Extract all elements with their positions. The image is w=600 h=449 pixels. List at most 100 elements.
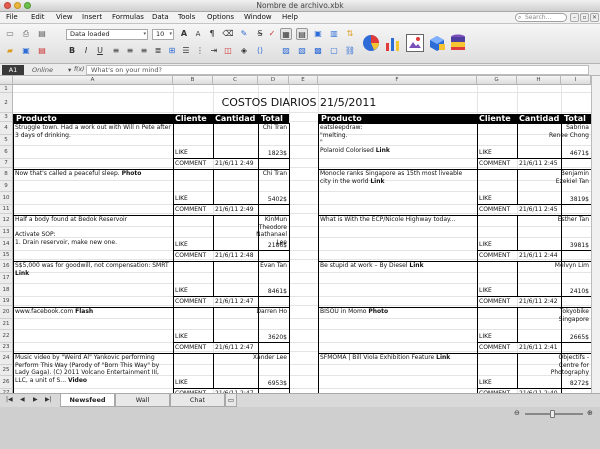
- like-button[interactable]: LIKE: [479, 195, 492, 203]
- numbered-list-icon[interactable]: ⋮: [194, 45, 206, 57]
- comment-button[interactable]: COMMENT: [479, 252, 510, 260]
- menu-edit[interactable]: Edit: [31, 13, 45, 21]
- list-icon[interactable]: ☰: [180, 45, 192, 57]
- justify-icon[interactable]: ≣: [152, 45, 164, 57]
- row-header[interactable]: 13: [0, 227, 13, 238]
- clear-format-icon[interactable]: ⌫: [222, 28, 234, 40]
- row-header[interactable]: 22: [0, 330, 13, 343]
- client-name[interactable]: Chi Tran: [214, 124, 287, 132]
- like-button[interactable]: LIKE: [175, 195, 188, 203]
- align-left-icon[interactable]: ≡: [110, 45, 122, 57]
- total-value[interactable]: 8272$: [562, 380, 589, 388]
- comment-button[interactable]: COMMENT: [175, 344, 206, 352]
- like-button[interactable]: LIKE: [175, 379, 188, 387]
- client-name[interactable]: Benjamin Ezekiel Tan: [518, 170, 589, 185]
- merge-cells-icon[interactable]: ⊞: [166, 45, 178, 57]
- menu-formulas[interactable]: Formulas: [112, 13, 144, 21]
- like-button[interactable]: LIKE: [479, 287, 492, 295]
- status-input[interactable]: What's on your mind?: [86, 65, 589, 75]
- insert-image-icon[interactable]: ▨: [280, 45, 292, 57]
- client-name[interactable]: Sabrina Renee Chong: [518, 124, 589, 139]
- row-header[interactable]: 7: [0, 159, 13, 168]
- strikethrough-icon[interactable]: S̶: [254, 28, 266, 40]
- like-button[interactable]: LIKE: [479, 379, 492, 387]
- grid-icon[interactable]: ▤: [296, 28, 308, 40]
- menu-window[interactable]: Window: [244, 13, 272, 21]
- code-icon[interactable]: ⟨⟩: [254, 45, 266, 57]
- row-header[interactable]: 11: [0, 205, 13, 214]
- row-header[interactable]: 2: [0, 93, 13, 113]
- spreadsheet-grid[interactable]: A B C D E F G H I 1 2 3 4 5 6 7 8 9 10 11 12 13 14 15 1…: [0, 76, 591, 393]
- row-header[interactable]: 1: [0, 85, 13, 93]
- style-select[interactable]: Data loaded ▾: [66, 29, 148, 40]
- post-text[interactable]: eatsleepdraw: "melting. " Polaroid Color…: [320, 124, 475, 168]
- row-header[interactable]: 5: [0, 135, 13, 146]
- like-button[interactable]: LIKE: [175, 287, 188, 295]
- comment-button[interactable]: COMMENT: [175, 252, 206, 260]
- add-sheet-icon[interactable]: ▭: [225, 394, 237, 407]
- insert-link-icon[interactable]: ⛓: [344, 45, 356, 57]
- shapes-icon[interactable]: [428, 34, 446, 52]
- pie-chart-icon[interactable]: [362, 34, 380, 52]
- client-name[interactable]: Esther Tan: [518, 216, 589, 224]
- vertical-scrollbar[interactable]: [591, 76, 600, 393]
- row-header[interactable]: 8: [0, 168, 13, 181]
- column-header-c[interactable]: C: [213, 76, 258, 85]
- align-right-icon[interactable]: ≡: [138, 45, 150, 57]
- menu-view[interactable]: View: [56, 13, 73, 21]
- paragraph-icon[interactable]: ¶: [206, 28, 218, 40]
- new-document-icon[interactable]: ▭: [4, 28, 16, 40]
- print-preview-icon[interactable]: ▤: [36, 28, 48, 40]
- post-text[interactable]: Music video by "Weird Al" Yankovic perfo…: [15, 354, 171, 393]
- save-icon[interactable]: ▣: [20, 45, 32, 57]
- column-header-g[interactable]: G: [477, 76, 517, 85]
- insert-chart-icon[interactable]: ▧: [296, 45, 308, 57]
- like-button[interactable]: LIKE: [175, 241, 188, 249]
- row-header[interactable]: 18: [0, 284, 13, 297]
- like-button[interactable]: LIKE: [175, 333, 188, 341]
- fill-color-icon[interactable]: ◈: [238, 45, 250, 57]
- font-shrink-icon[interactable]: A: [192, 28, 204, 40]
- search-field[interactable]: ⌕ Search...: [515, 13, 567, 22]
- comment-button[interactable]: COMMENT: [479, 344, 510, 352]
- zoom-in-icon[interactable]: ⊕: [587, 409, 593, 417]
- row-header[interactable]: 26: [0, 376, 13, 389]
- client-name[interactable]: Chi Tran: [214, 170, 287, 178]
- zoom-slider-thumb[interactable]: [550, 410, 555, 418]
- comment-button[interactable]: COMMENT: [479, 206, 510, 214]
- row-header[interactable]: 23: [0, 343, 13, 352]
- cell-reference[interactable]: A1: [2, 65, 24, 75]
- format-painter-icon[interactable]: ✎: [238, 28, 250, 40]
- post-text[interactable]: BISOU in Momo Photo: [320, 308, 475, 352]
- row-header[interactable]: 25: [0, 365, 13, 376]
- row-header[interactable]: 4: [0, 122, 13, 135]
- total-value[interactable]: 3981$: [562, 242, 589, 250]
- comment-button[interactable]: COMMENT: [479, 160, 510, 168]
- close-icon[interactable]: ✕: [590, 13, 599, 22]
- column-header-e[interactable]: E: [289, 76, 318, 85]
- post-text[interactable]: Now that's called a peaceful sleep. Phot…: [15, 170, 171, 214]
- row-header[interactable]: 14: [0, 238, 13, 251]
- column-header-b[interactable]: B: [173, 76, 213, 85]
- column-header-f[interactable]: F: [318, 76, 477, 85]
- post-text[interactable]: What is With the ECP/Nicole Highway toda…: [320, 216, 475, 260]
- menu-help[interactable]: Help: [282, 13, 298, 21]
- table-icon[interactable]: ▦: [280, 28, 292, 40]
- post-link[interactable]: Link: [436, 354, 450, 361]
- pivot-icon[interactable]: ▥: [328, 28, 340, 40]
- row-header[interactable]: 3: [0, 113, 13, 122]
- insert-comment-icon[interactable]: ▢: [328, 45, 340, 57]
- total-value[interactable]: 2665$: [562, 334, 589, 342]
- post-text[interactable]: Struggle town. Had a work out with Will …: [15, 124, 171, 168]
- tab-wall[interactable]: Wall: [115, 394, 170, 407]
- first-sheet-icon[interactable]: |◀: [6, 396, 13, 403]
- row-header[interactable]: 10: [0, 192, 13, 205]
- post-link[interactable]: Link: [15, 270, 29, 277]
- comment-button[interactable]: COMMENT: [175, 160, 206, 168]
- underline-icon[interactable]: U: [94, 45, 106, 57]
- open-folder-icon[interactable]: ▰: [4, 45, 16, 57]
- bold-icon[interactable]: B: [66, 45, 78, 57]
- menu-insert[interactable]: Insert: [82, 13, 102, 21]
- row-header[interactable]: 20: [0, 306, 13, 319]
- comment-button[interactable]: COMMENT: [175, 298, 206, 306]
